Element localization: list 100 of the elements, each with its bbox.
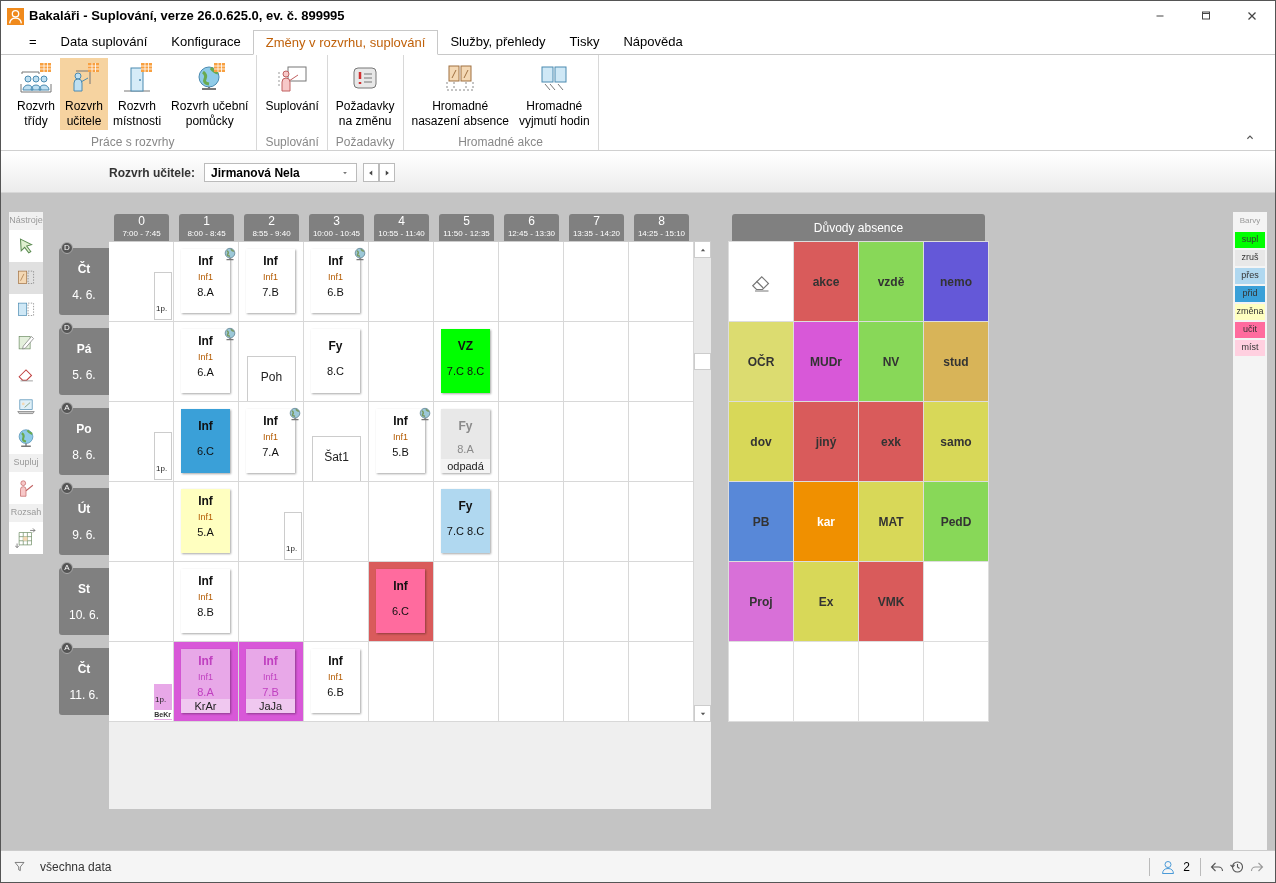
ribbon-button[interactable]: Hromadné vyjmutí hodin [513, 58, 595, 130]
lesson-card[interactable]: VZ 7.C 8.C [441, 329, 490, 393]
legend-item: přid [1235, 286, 1265, 302]
absence-reason[interactable]: MAT [859, 482, 924, 562]
timetable-cell[interactable] [499, 402, 564, 482]
timetable-cell[interactable]: Inf 6.C [174, 402, 239, 482]
lesson-card[interactable]: Inf Inf1 6.B [311, 249, 360, 313]
lesson-card[interactable]: Inf Inf1 8.B [181, 569, 230, 633]
absence-reason[interactable]: Ex [794, 562, 859, 642]
ribbon-tab[interactable]: Konfigurace [159, 30, 253, 54]
lesson-card[interactable]: Fy 8.A odpadá [441, 409, 490, 473]
absence-reason[interactable]: dov [729, 402, 794, 482]
timetable-cell[interactable] [304, 482, 369, 562]
tool-button[interactable] [9, 262, 43, 294]
lesson-card[interactable]: Inf Inf1 6.A [181, 329, 230, 393]
absence-reason[interactable]: OČR [729, 322, 794, 402]
timetable-cell[interactable]: Inf Inf1 8.B [174, 562, 239, 642]
lesson-card[interactable]: Inf Inf1 7.B [246, 249, 295, 313]
field-label: Rozvrh učitele: [109, 164, 195, 182]
ribbon-button[interactable]: Rozvrh třídy [12, 58, 60, 130]
timetable-cell[interactable] [499, 482, 564, 562]
timetable-cell[interactable] [499, 322, 564, 402]
timetable-cell[interactable]: Fy 8.C [304, 322, 369, 402]
ribbon-tab[interactable]: Nápověda [611, 30, 695, 54]
ribbon-tab[interactable]: Data suplování [48, 30, 160, 54]
ribbon-group-label: Práce s rozvrhy [91, 134, 175, 151]
timetable-cell[interactable]: Inf Inf1 6.B [304, 642, 369, 722]
ribbon-button[interactable]: Rozvrh učební pomůcky [166, 58, 254, 130]
next-button[interactable] [379, 163, 395, 182]
timetable-cell[interactable]: Inf Inf1 7.B [239, 242, 304, 322]
lesson-card[interactable]: Inf Inf1 7.B JaJa [246, 649, 295, 713]
ribbon-tab[interactable]: = [17, 30, 49, 54]
lesson-card[interactable]: Inf Inf1 7.A [246, 409, 295, 473]
ribbon-button[interactable]: Suplování [260, 58, 324, 130]
ribbon-button[interactable]: Rozvrh učitele [60, 58, 109, 130]
timetable-cell[interactable] [499, 242, 564, 322]
absence-reason[interactable]: vzdě [859, 242, 924, 322]
timetable-cell[interactable]: 1p. [239, 482, 304, 562]
timetable-cell[interactable]: Fy 7.C 8.C [434, 482, 499, 562]
absence-reason[interactable]: MUDr [794, 322, 859, 402]
lesson-card[interactable]: Poh [247, 356, 296, 401]
history-icon[interactable] [1229, 858, 1245, 875]
ribbon-button[interactable]: Hromadné nasazení absence [406, 58, 514, 130]
teacher-dropdown[interactable]: Jirmanová Nela [204, 163, 357, 182]
timetable-cell[interactable]: VZ 7.C 8.C [434, 322, 499, 402]
scrollbar[interactable] [694, 241, 711, 722]
ribbon-tab[interactable]: Tisky [557, 30, 612, 54]
lesson-card[interactable]: Fy 8.C [311, 329, 360, 393]
lesson-card[interactable]: Inf Inf1 5.A [181, 489, 230, 553]
timetable-cell[interactable] [434, 242, 499, 322]
scroll-thumb[interactable] [694, 353, 711, 370]
timetable-cell[interactable]: Inf Inf1 6.B [304, 242, 369, 322]
ribbon-tab[interactable]: Služby, přehledy [438, 30, 558, 54]
timetable-cell[interactable]: Inf Inf1 7.B JaJa [239, 642, 304, 722]
timetable-cell[interactable] [369, 322, 434, 402]
timetable-cell[interactable]: Inf Inf1 6.A [174, 322, 239, 402]
timetable-cell[interactable]: Fy 8.A odpadá [434, 402, 499, 482]
timetable-cell[interactable]: Inf Inf1 5.A [174, 482, 239, 562]
lesson-card[interactable]: Inf Inf1 5.B [376, 409, 425, 473]
lesson-card[interactable]: Inf Inf1 6.B [311, 649, 360, 713]
ribbon-tab[interactable]: Změny v rozvrhu, suplování [252, 30, 439, 55]
timetable-cell[interactable] [564, 242, 629, 322]
timetable-cell[interactable]: Inf Inf1 5.B [369, 402, 434, 482]
timetable-cell[interactable]: 1p. [109, 242, 174, 322]
previous-button[interactable] [363, 163, 379, 182]
absence-reason[interactable]: samo [924, 402, 989, 482]
timetable-cell[interactable] [109, 482, 174, 562]
timetable-cell[interactable] [434, 562, 499, 642]
lesson-card[interactable]: Fy 7.C 8.C [441, 489, 490, 553]
absence-reason[interactable]: PB [729, 482, 794, 562]
lesson-card[interactable]: Šat1 [312, 436, 361, 481]
timetable-cell[interactable]: Šat1 [304, 402, 369, 482]
lesson-card[interactable]: Inf Inf1 8.A KrAr [181, 649, 230, 713]
absence-reason[interactable]: NV [859, 322, 924, 402]
timetable-cell[interactable]: Poh [239, 322, 304, 402]
timetable-cell[interactable] [564, 322, 629, 402]
absence-reason[interactable]: stud [924, 322, 989, 402]
absence-reason[interactable]: Proj [729, 562, 794, 642]
absence-reason[interactable]: PedD [924, 482, 989, 562]
ribbon-button[interactable]: Požadavky na změnu [330, 58, 400, 130]
period-header: 7 13:35 - 14:20 [569, 214, 624, 241]
lesson-card[interactable]: Inf Inf1 8.A [181, 249, 230, 313]
timetable-cell[interactable] [369, 242, 434, 322]
lesson-card[interactable]: Inf 6.C [181, 409, 230, 473]
timetable-cell[interactable]: 1p. [109, 402, 174, 482]
door-icon [121, 62, 154, 94]
timetable-cell[interactable] [109, 322, 174, 402]
timetable-cell[interactable]: Inf Inf1 8.A [174, 242, 239, 322]
timetable-cell[interactable] [564, 402, 629, 482]
timetable-cell[interactable]: Inf Inf1 7.A [239, 402, 304, 482]
timetable-cell[interactable]: Inf 6.C [369, 562, 434, 642]
period-header: 2 8:55 - 9:40 [244, 214, 299, 241]
lesson-card[interactable]: Inf 6.C [376, 569, 425, 633]
ribbon-button[interactable]: Rozvrh místnosti [108, 58, 167, 130]
timetable-cell[interactable] [499, 562, 564, 642]
period-header: 1 8:00 - 8:45 [179, 214, 234, 241]
timetable-cell[interactable]: Inf Inf1 8.A KrAr [174, 642, 239, 722]
timetable-cell[interactable] [109, 562, 174, 642]
timetable-cell[interactable] [564, 562, 629, 642]
timetable-cell[interactable] [564, 482, 629, 562]
